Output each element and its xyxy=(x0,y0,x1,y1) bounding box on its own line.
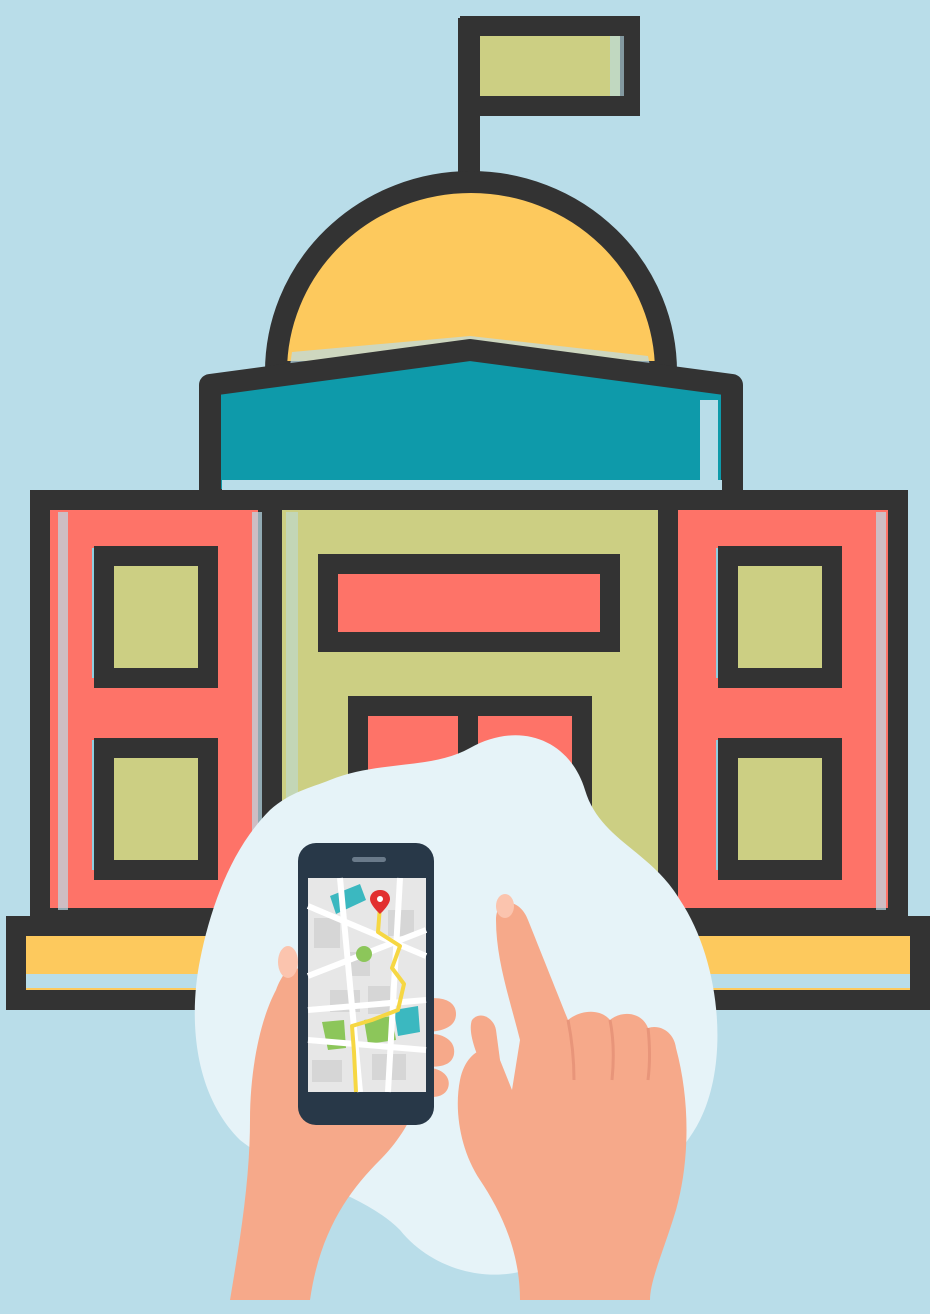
map-screen xyxy=(306,877,428,1093)
window xyxy=(92,546,218,688)
right-wing xyxy=(658,490,908,928)
roof xyxy=(199,339,743,511)
window xyxy=(716,546,842,688)
illustration xyxy=(0,0,930,1314)
facade-sign xyxy=(318,554,620,652)
smartphone xyxy=(298,843,434,1125)
illustration-canvas xyxy=(0,0,930,1314)
left-wing xyxy=(30,490,278,928)
window xyxy=(716,738,842,880)
window xyxy=(92,738,218,880)
location-dot xyxy=(356,946,372,962)
